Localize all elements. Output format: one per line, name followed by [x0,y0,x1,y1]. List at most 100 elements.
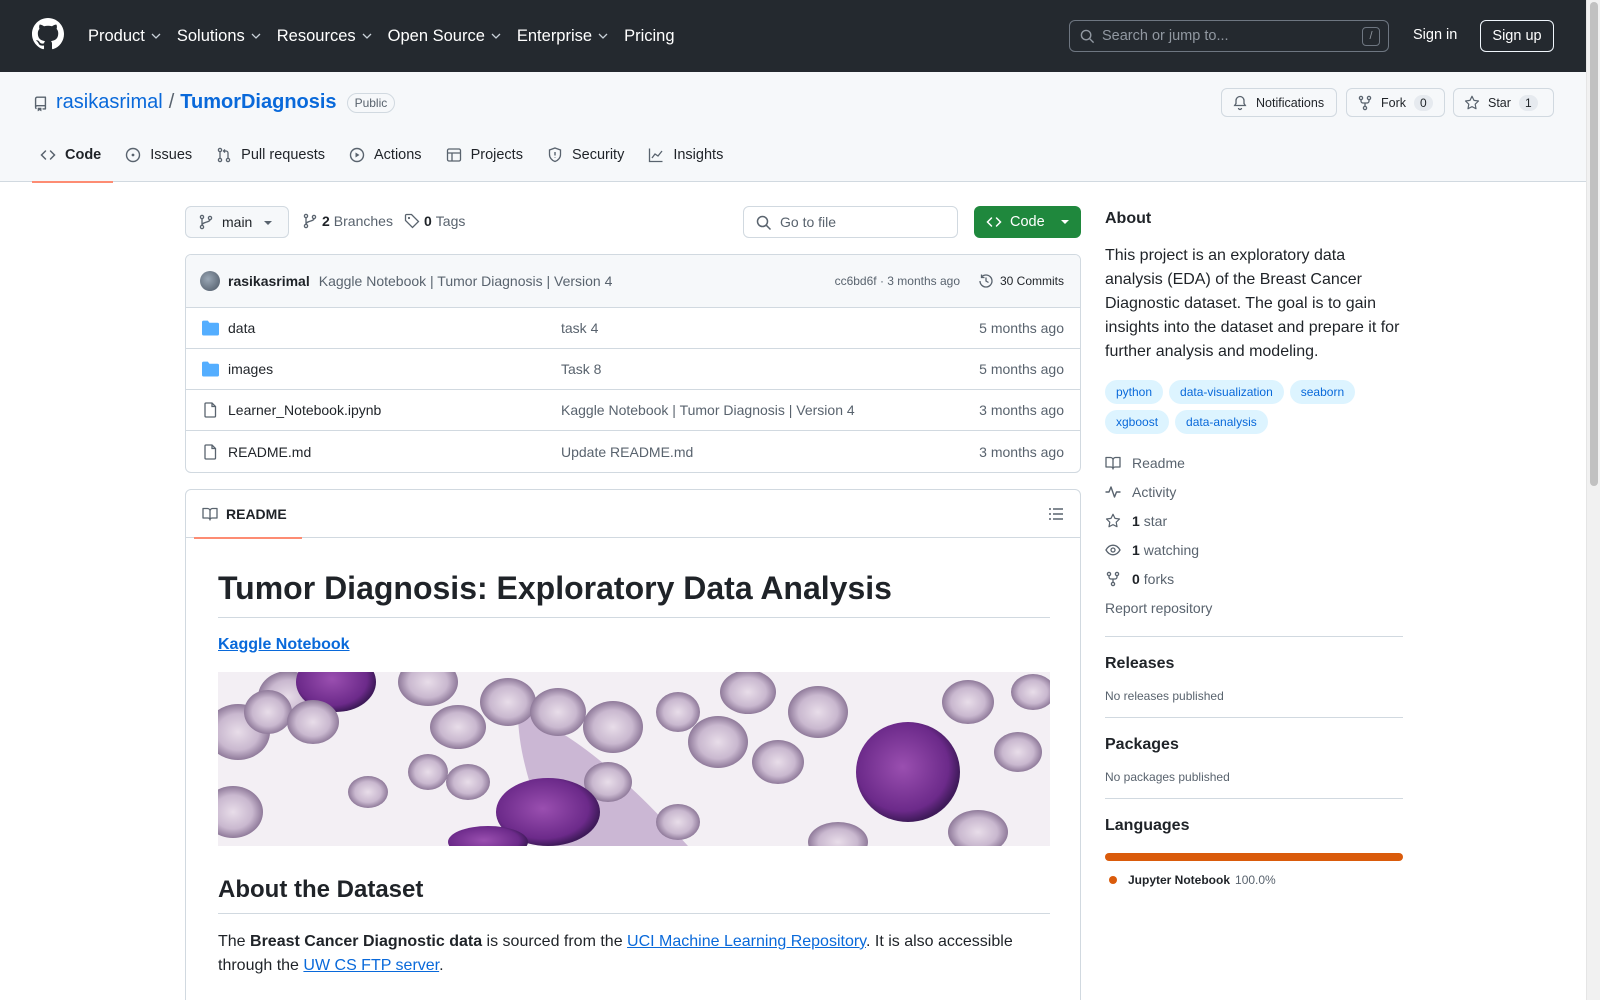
tab-insights[interactable]: Insights [640,138,735,182]
packages-title[interactable]: Packages [1105,736,1403,754]
repo-stats: Readme Activity 1 star 1 watching 0 fork… [1105,448,1403,622]
language-item[interactable]: Jupyter Notebook 100.0% [1105,873,1403,887]
file-icon [204,402,217,418]
languages-title: Languages [1105,817,1190,834]
tags-link[interactable]: 0 Tags [404,213,465,229]
code-button[interactable]: Code [974,206,1081,238]
readme-link[interactable]: Readme [1105,448,1403,477]
book-icon [202,507,218,521]
tab-code[interactable]: Code [32,138,114,183]
commit-hash-link[interactable]: cc6bd6f [835,274,877,288]
commit-age: 3 months ago [887,274,960,288]
file-age: 5 months ago [979,320,1064,336]
forks-count: 0 [1132,570,1140,587]
table-icon [446,148,461,162]
file-commit-message-link[interactable]: Update README.md [561,444,693,460]
file-commit-message-link[interactable]: Task 8 [561,361,601,377]
stars-link[interactable]: 1 star [1105,506,1403,535]
avatar[interactable] [200,271,220,291]
tab-security[interactable]: Security [539,138,636,182]
branch-selector[interactable]: main [185,206,289,238]
nav-solutions-label: Solutions [176,26,245,45]
tags-label: Tags [435,213,466,229]
notifications-button[interactable]: Notifications [1221,88,1337,117]
repo-name-link[interactable]: TumorDiagnosis [180,91,336,114]
languages-section: Languages Jupyter Notebook 100.0% [1105,798,1403,887]
readme-tab[interactable]: README [194,490,302,539]
tab-issues-label: Issues [150,147,193,163]
releases-title[interactable]: Releases [1105,655,1403,673]
scrollbar-thumb[interactable] [1590,2,1598,486]
fork-icon [1358,95,1372,110]
table-row: data task 4 5 months ago [186,308,1080,349]
topic-tag[interactable]: data-analysis [1175,410,1268,434]
branches-link[interactable]: 2 Branches [302,213,393,229]
releases-empty-text: No releases published [1105,689,1224,703]
file-commit-message-link[interactable]: Kaggle Notebook | Tumor Diagnosis | Vers… [561,402,855,418]
packages-empty-text: No packages published [1105,770,1230,784]
branch-icon [199,214,213,230]
nav-product[interactable]: Product [88,27,161,46]
tab-projects[interactable]: Projects [438,138,535,182]
topic-tag[interactable]: xgboost [1105,410,1170,434]
uci-repository-link[interactable]: UCI Machine Learning Repository [627,933,866,950]
nav-pricing[interactable]: Pricing [624,27,674,46]
file-name-link[interactable]: README.md [228,444,311,460]
file-commit-message-link[interactable]: task 4 [561,320,598,336]
readme-text: is sourced from the [482,933,628,950]
tab-issues[interactable]: Issues [117,138,204,182]
fork-button[interactable]: Fork 0 [1346,88,1445,117]
table-row: README.md Update README.md 3 months ago [186,431,1080,472]
page-scrollbar[interactable] [1586,0,1600,1000]
commit-author-link[interactable]: rasikasrimal [228,273,310,289]
sign-up-button[interactable]: Sign up [1480,20,1554,52]
tab-actions[interactable]: Actions [341,138,434,182]
graph-icon [649,148,663,163]
nav-resources[interactable]: Resources [277,27,372,46]
star-button[interactable]: Star 1 [1453,88,1554,117]
kaggle-notebook-link[interactable]: Kaggle Notebook [218,636,350,654]
play-icon [349,147,365,163]
language-percent: 100.0% [1235,873,1276,887]
search-input[interactable]: Search or jump to... / [1069,20,1389,52]
code-icon [986,217,1002,227]
repo-owner-link[interactable]: rasikasrimal [56,91,163,114]
topic-tag[interactable]: python [1105,380,1164,404]
nav-enterprise[interactable]: Enterprise [517,27,608,46]
readme-link-label: Readme [1132,454,1185,471]
file-name-link[interactable]: data [228,320,255,336]
file-name-link[interactable]: Learner_Notebook.ipynb [228,402,381,418]
commit-meta: cc6bd6f · 3 months ago [835,274,960,288]
activity-link[interactable]: Activity [1105,477,1403,506]
chevron-down-icon [362,33,372,39]
file-name-link[interactable]: images [228,361,273,377]
notifications-label: Notifications [1256,95,1325,110]
nav-solutions[interactable]: Solutions [177,27,261,46]
topic-tag[interactable]: seaborn [1289,380,1356,404]
sign-in-link[interactable]: Sign in [1413,27,1457,43]
table-row: Learner_Notebook.ipynb Kaggle Notebook |… [186,390,1080,431]
tag-icon [404,213,420,229]
report-repository-link[interactable]: Report repository [1105,593,1403,622]
star-label: Star [1488,95,1511,110]
topic-tag[interactable]: data-visualization [1169,380,1284,404]
watchers-link[interactable]: 1 watching [1105,535,1403,564]
tab-security-label: Security [571,147,625,163]
folder-icon [202,361,219,377]
uw-ftp-link[interactable]: UW CS FTP server [303,957,439,974]
go-to-file-input[interactable]: Go to file [743,206,958,238]
commits-history-link[interactable]: 30 Commits [978,273,1064,289]
bell-icon [1233,95,1247,110]
tab-pull-requests[interactable]: Pull requests [208,138,337,182]
commits-count-label: 30 Commits [999,274,1064,288]
search-shortcut-key: / [1362,27,1380,46]
eye-icon [1105,544,1121,555]
fork-count: 0 [1414,94,1433,111]
list-icon[interactable] [1048,506,1064,522]
pulse-icon [1105,485,1121,498]
github-logo-icon[interactable] [32,18,64,50]
forks-link[interactable]: 0 forks [1105,564,1403,593]
readme-panel: README Tumor Diagnosis: Exploratory Data… [185,489,1081,1000]
nav-open-source[interactable]: Open Source [388,27,501,46]
commit-message-link[interactable]: Kaggle Notebook | Tumor Diagnosis | Vers… [319,273,613,289]
